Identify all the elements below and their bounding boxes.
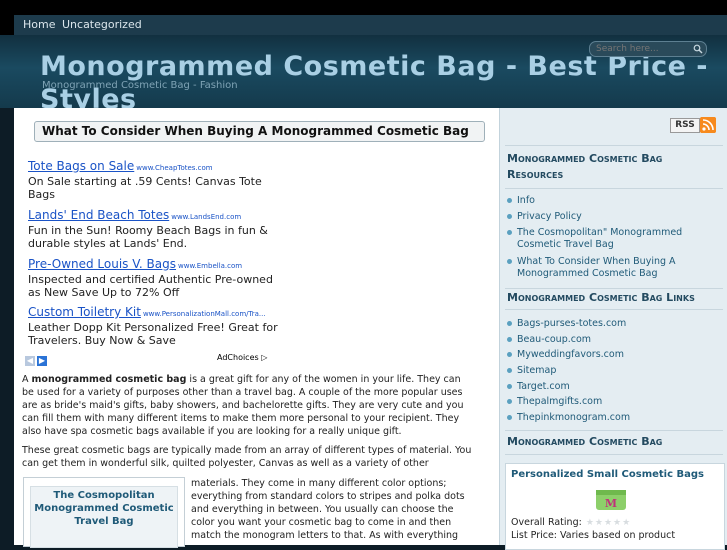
ad-url[interactable]: www.Embella.com — [178, 262, 242, 270]
product-heading: Monogrammed Cosmetic Bag — [507, 435, 663, 448]
search-input[interactable] — [596, 42, 686, 56]
product-title[interactable]: Personalized Small Cosmetic Bags — [511, 469, 704, 480]
article-text: A — [22, 374, 32, 385]
ad-description: Leather Dopp Kit Personalized Free! Grea… — [28, 321, 278, 347]
links-heading: Monogrammed Cosmetic Bag Links — [507, 291, 695, 304]
sidebar-divider — [505, 288, 723, 289]
related-product-box: The Cosmopolitan Monogrammed Cosmetic Tr… — [23, 477, 185, 548]
nav-home-link[interactable]: Home — [23, 18, 55, 31]
rating-stars-icon: ★★★★★ — [585, 518, 632, 528]
links-list: Bags-purses-totes.com Beau-coup.com Mywe… — [507, 318, 630, 423]
nav-uncategorized-link[interactable]: Uncategorized — [62, 18, 142, 31]
sidebar-divider — [505, 454, 723, 455]
article-paragraph: A monogrammed cosmetic bag is a great gi… — [22, 373, 472, 438]
ad-title[interactable]: Lands' End Beach Totes — [28, 208, 169, 222]
ad-title[interactable]: Tote Bags on Sale — [28, 159, 134, 173]
ad-url[interactable]: www.LandsEnd.com — [171, 213, 241, 221]
ad-url[interactable]: www.CheapTotes.com — [136, 164, 212, 172]
product-rating: Overall Rating: ★★★★★ — [511, 517, 631, 528]
ad-pagination: ◀ ▶ — [25, 353, 49, 366]
sidebar: RSS Monogrammed Cosmetic Bag Resources I… — [499, 108, 727, 550]
post-title[interactable]: What To Consider When Buying A Monogramm… — [42, 124, 469, 138]
search-icon[interactable] — [693, 44, 703, 54]
ad-title[interactable]: Custom Toiletry Kit — [28, 305, 141, 319]
external-link[interactable]: Thepinkmonogram.com — [507, 412, 630, 423]
adchoices-icon[interactable]: ▷ — [261, 353, 267, 362]
ad-unit[interactable]: Lands' End Beach Totes www.LandsEnd.com F… — [28, 208, 278, 250]
external-link[interactable]: Myweddingfavors.com — [507, 349, 630, 360]
rating-label: Overall Rating: — [511, 517, 582, 528]
product-widget: Personalized Small Cosmetic Bags M Overa… — [505, 463, 725, 550]
external-link[interactable]: Bags-purses-totes.com — [507, 318, 630, 329]
article-paragraph: materials. They come in many different c… — [191, 478, 465, 541]
site-description: Monogrammed Cosmetic Bag - Fashion — [42, 80, 238, 91]
adchoices-link[interactable]: AdChoices ▷ — [217, 353, 267, 362]
ad-unit[interactable]: Tote Bags on Sale www.CheapTotes.com On S… — [28, 159, 278, 201]
ad-description: Inspected and certified Authentic Pre-ow… — [28, 273, 273, 299]
sidebar-divider — [505, 430, 723, 431]
rss-label[interactable]: RSS — [670, 118, 700, 133]
ad-unit[interactable]: Custom Toiletry Kit www.PersonalizationMa… — [28, 305, 278, 347]
adchoices-label[interactable]: AdChoices — [217, 353, 259, 362]
related-product-inner: The Cosmopolitan Monogrammed Cosmetic Tr… — [30, 486, 178, 548]
ad-prev-arrow-icon[interactable]: ◀ — [25, 356, 35, 366]
ad-url[interactable]: www.PersonalizationMall.com/Tra... — [143, 310, 266, 318]
resource-link[interactable]: The Cosmopolitan" Monogrammed Cosmetic T… — [507, 227, 707, 251]
sidebar-divider — [505, 145, 723, 146]
ad-title[interactable]: Pre-Owned Louis V. Bags — [28, 257, 176, 271]
article-paragraph: These great cosmetic bags are typically … — [22, 445, 472, 469]
product-price: List Price: Varies based on product — [511, 530, 676, 541]
external-link[interactable]: Beau-coup.com — [507, 334, 630, 345]
resource-link[interactable]: Privacy Policy — [507, 211, 707, 222]
post-title-box: What To Consider When Buying A Monogramm… — [34, 121, 485, 142]
sidebar-divider — [505, 309, 723, 310]
ad-unit[interactable]: Pre-Owned Louis V. Bags www.Embella.com I… — [28, 257, 278, 299]
external-link[interactable]: Target.com — [507, 381, 630, 392]
monogram-bag-image[interactable]: M — [592, 486, 630, 512]
resources-list: Info Privacy Policy The Cosmopolitan" Mo… — [507, 195, 707, 280]
rss-icon[interactable] — [700, 117, 716, 133]
related-product-title[interactable]: The Cosmopolitan Monogrammed Cosmetic Tr… — [31, 489, 177, 528]
resources-heading: Monogrammed Cosmetic Bag Resources — [507, 152, 663, 181]
resource-link[interactable]: Info — [507, 195, 707, 206]
ad-description: On Sale starting at .59 Cents! Canvas To… — [28, 175, 262, 201]
ad-next-arrow-icon[interactable]: ▶ — [37, 356, 47, 366]
main-content: What To Consider When Buying A Monogramm… — [14, 108, 499, 548]
rss-feed-button[interactable]: RSS — [670, 117, 716, 133]
monogram-letter: M — [605, 497, 617, 510]
article-keyword: monogrammed cosmetic bag — [31, 374, 187, 385]
ad-description: Fun in the Sun! Roomy Beach Bags in fun … — [28, 224, 268, 250]
search-box — [589, 41, 707, 57]
resource-link[interactable]: What To Consider When Buying A Monogramm… — [507, 256, 707, 280]
top-navigation: Home Uncategorized — [0, 0, 727, 35]
sidebar-divider — [505, 188, 723, 189]
external-link[interactable]: Sitemap — [507, 365, 630, 376]
external-link[interactable]: Thepalmgifts.com — [507, 396, 630, 407]
